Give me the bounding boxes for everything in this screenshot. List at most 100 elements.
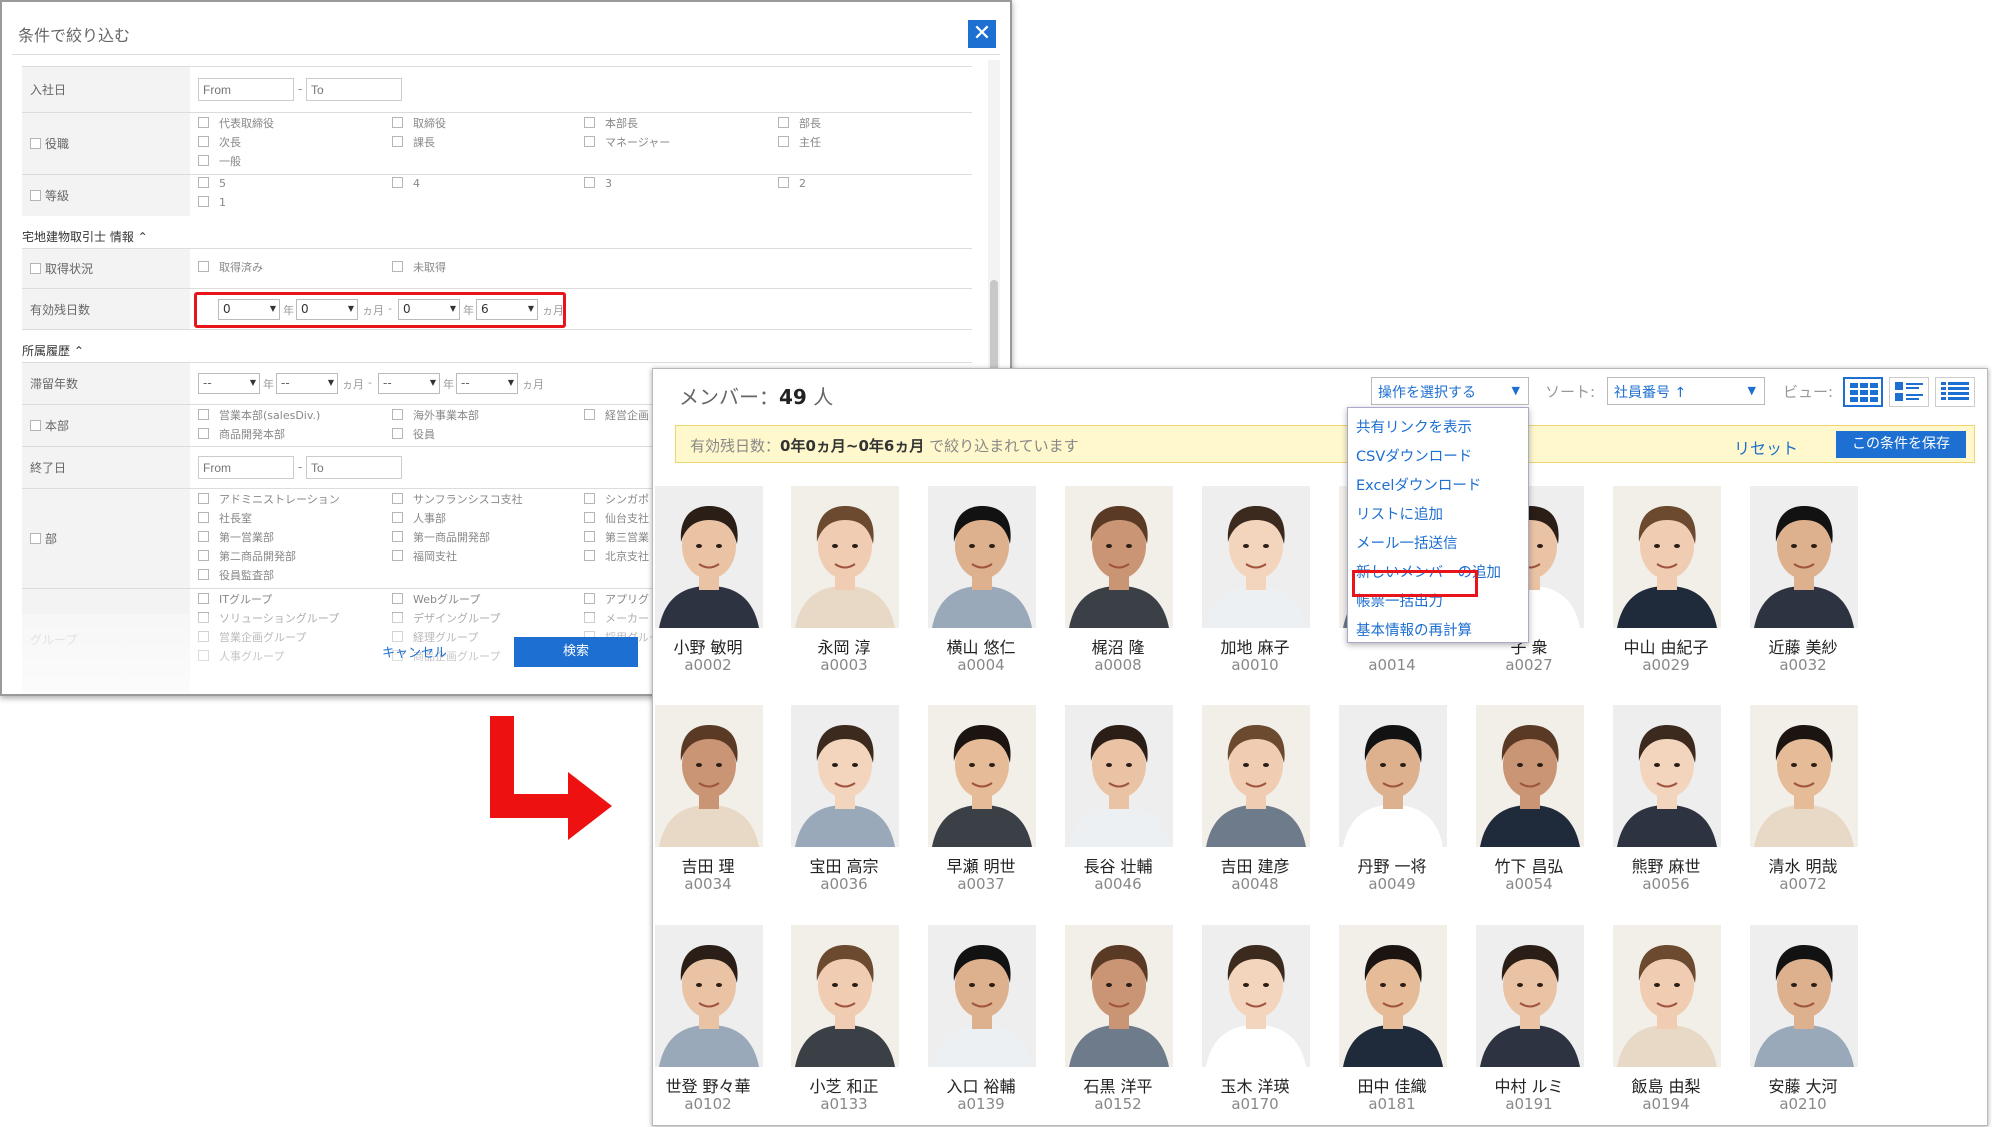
department-checkbox[interactable] (198, 512, 209, 523)
avatar[interactable] (1476, 925, 1584, 1067)
avatar[interactable] (928, 925, 1036, 1067)
group-checkbox[interactable] (392, 631, 403, 642)
department-option[interactable]: 仙台支社 (584, 510, 649, 526)
department-option[interactable]: アドミニストレーション (198, 491, 340, 507)
grade-option[interactable]: 4 (392, 177, 420, 190)
menu-item[interactable]: CSVダウンロード (1356, 445, 1472, 466)
headquarters-checkbox[interactable] (30, 420, 41, 431)
group-option[interactable]: メーカー (584, 610, 649, 626)
avatar[interactable] (655, 705, 763, 847)
history-section-title[interactable]: 所属履歴 ⌃ (22, 342, 84, 359)
department-checkbox[interactable] (198, 493, 209, 504)
avatar[interactable] (1613, 925, 1721, 1067)
group-checkbox[interactable] (392, 612, 403, 623)
position-option[interactable]: 一般 (198, 153, 241, 169)
department-option[interactable]: 福岡支社 (392, 548, 457, 564)
end-date-to-input[interactable] (306, 456, 402, 479)
group-option[interactable]: 営業企画グループ (198, 629, 306, 645)
scrollbar-thumb[interactable] (990, 280, 998, 376)
grade-checkbox[interactable] (778, 177, 789, 188)
headquarters-checkbox[interactable] (392, 409, 403, 420)
avatar[interactable] (1065, 925, 1173, 1067)
avatar[interactable] (1065, 486, 1173, 628)
department-checkbox[interactable] (30, 533, 41, 544)
grade-option[interactable]: 1 (198, 196, 226, 209)
department-option[interactable]: 第一商品開発部 (392, 529, 490, 545)
avatar[interactable] (791, 705, 899, 847)
avatar[interactable] (1613, 486, 1721, 628)
chevron-up-icon[interactable]: ⌃ (138, 230, 148, 244)
position-checkbox[interactable] (198, 117, 209, 128)
avatar[interactable] (791, 925, 899, 1067)
stay-to-month-select[interactable]: -- (456, 373, 518, 394)
menu-item[interactable]: メール一括送信 (1356, 532, 1458, 553)
position-checkbox[interactable] (392, 117, 403, 128)
position-checkbox[interactable] (778, 136, 789, 147)
menu-item[interactable]: Excelダウンロード (1356, 474, 1481, 495)
join-date-from-input[interactable] (198, 78, 294, 101)
grade-option[interactable]: 5 (198, 177, 226, 190)
department-checkbox[interactable] (392, 550, 403, 561)
avatar[interactable] (1750, 486, 1858, 628)
reset-link[interactable]: リセット (1734, 435, 1798, 459)
department-checkbox[interactable] (584, 512, 595, 523)
avatar[interactable] (655, 486, 763, 628)
menu-item[interactable]: 基本情報の再計算 (1356, 619, 1472, 640)
grade-checkbox[interactable] (198, 196, 209, 207)
avatar[interactable] (928, 705, 1036, 847)
group-option[interactable]: デザイングループ (392, 610, 500, 626)
stay-to-year-select[interactable]: -- (378, 373, 440, 394)
headquarters-option[interactable]: 役員 (392, 426, 435, 442)
group-option[interactable]: ITグループ (198, 591, 272, 607)
department-option[interactable]: 第一営業部 (198, 529, 274, 545)
avatar[interactable] (1202, 486, 1310, 628)
group-checkbox[interactable] (198, 593, 209, 604)
list-view-icon[interactable] (1935, 377, 1975, 407)
avatar[interactable] (1339, 705, 1447, 847)
position-checkbox[interactable] (584, 117, 595, 128)
end-date-from-input[interactable] (198, 456, 294, 479)
group-checkbox[interactable] (198, 612, 209, 623)
position-option[interactable]: 取締役 (392, 115, 446, 131)
stay-from-year-select[interactable]: -- (198, 373, 260, 394)
headquarters-option[interactable]: 商品開発本部 (198, 426, 285, 442)
group-option[interactable]: ソリューショングループ (198, 610, 339, 626)
position-checkbox[interactable] (778, 117, 789, 128)
grade-option[interactable]: 2 (778, 177, 806, 190)
department-checkbox[interactable] (584, 550, 595, 561)
department-checkbox[interactable] (392, 531, 403, 542)
save-condition-button[interactable]: この条件を保存 (1836, 431, 1966, 458)
grade-checkbox[interactable] (198, 177, 209, 188)
position-checkbox[interactable] (198, 155, 209, 166)
position-checkbox[interactable] (30, 138, 41, 149)
headquarters-checkbox[interactable] (198, 409, 209, 420)
headquarters-option[interactable]: 海外事業本部 (392, 407, 479, 423)
department-checkbox[interactable] (392, 512, 403, 523)
position-checkbox[interactable] (198, 136, 209, 147)
department-checkbox[interactable] (392, 493, 403, 504)
position-checkbox[interactable] (584, 136, 595, 147)
position-option[interactable]: 課長 (392, 134, 435, 150)
department-option[interactable]: 役員監査部 (198, 567, 274, 583)
action-select[interactable]: 操作を選択する (1371, 377, 1529, 405)
avatar[interactable] (791, 486, 899, 628)
department-checkbox[interactable] (584, 493, 595, 504)
headquarters-checkbox[interactable] (392, 428, 403, 439)
department-option[interactable]: サンフランシスコ支社 (392, 491, 523, 507)
group-option[interactable]: アプリグ (584, 591, 649, 607)
avatar[interactable] (1202, 925, 1310, 1067)
avatar[interactable] (1476, 705, 1584, 847)
headquarters-option[interactable]: 営業本部(salesDiv.) (198, 407, 320, 423)
avatar[interactable] (1065, 705, 1173, 847)
position-option[interactable]: 本部長 (584, 115, 638, 131)
avatar[interactable] (1750, 925, 1858, 1067)
stay-from-month-select[interactable]: -- (276, 373, 338, 394)
group-checkbox[interactable] (392, 593, 403, 604)
department-checkbox[interactable] (584, 531, 595, 542)
position-option[interactable]: 部長 (778, 115, 821, 131)
avatar[interactable] (1202, 705, 1310, 847)
close-icon[interactable]: ✕ (968, 20, 996, 48)
grade-checkbox[interactable] (392, 177, 403, 188)
position-option[interactable]: マネージャー (584, 134, 670, 150)
license-status-checkbox[interactable] (198, 261, 209, 272)
